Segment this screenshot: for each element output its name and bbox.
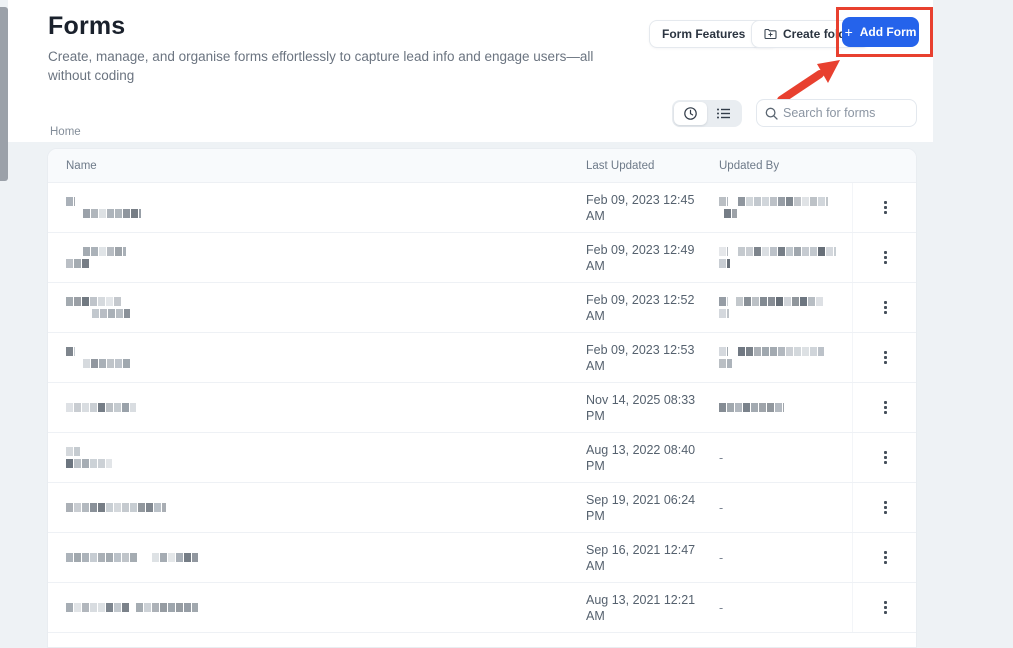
updated-by-cell [719,347,852,368]
add-form-label: Add Form [859,25,917,39]
form-name-cell [48,247,586,268]
redacted-text-blur [66,447,586,468]
row-actions-kebab-icon[interactable] [878,245,893,270]
updated-by-cell [719,297,852,318]
updated-by-cell [719,247,852,268]
updated-by-cell: - [719,550,724,565]
add-form-button[interactable]: + Add Form [842,17,919,47]
column-header-last-updated: Last Updated [586,159,655,172]
redacted-text-blur [719,247,852,268]
last-updated-cell: Aug 13, 2021 12:21 AM [586,592,696,623]
last-updated-cell: Sep 19, 2021 06:24 PM [586,492,696,523]
row-actions-kebab-icon[interactable] [878,395,893,420]
redacted-text-blur [66,553,586,562]
updated-by-cell: - [719,500,724,515]
column-header-name: Name [66,159,97,172]
last-updated-cell: Sep 16, 2021 12:47 AM [586,542,696,573]
form-name-cell [48,403,586,412]
row-actions-kebab-icon[interactable] [878,445,893,470]
table-row[interactable]: Feb 09, 2023 12:53 AM [48,333,916,383]
redacted-text-blur [719,403,852,412]
redacted-text-blur [719,197,852,218]
column-header-updated-by: Updated By [719,159,780,172]
last-updated-cell: Nov 14, 2025 08:33 PM [586,392,696,423]
view-toggle [672,100,742,127]
table-header-row: Name Last Updated Updated By [48,149,916,183]
plus-icon: + [844,24,853,40]
table-row[interactable]: Feb 09, 2023 12:45 AM [48,183,916,233]
redacted-text-blur [66,403,586,412]
page-title: Forms [48,12,126,40]
form-name-cell [48,553,586,562]
redacted-text-blur [66,347,586,368]
updated-by-cell [719,403,852,412]
table-row[interactable]: Feb 09, 2023 12:49 AM [48,233,916,283]
table-row[interactable]: Aug 13, 2021 12:21 AM - [48,583,916,633]
list-icon [716,107,731,120]
redacted-text-blur [66,247,586,268]
redacted-text-blur [719,297,852,318]
row-actions-kebab-icon[interactable] [878,595,893,620]
redacted-text-blur [66,503,586,512]
redacted-text-blur [66,297,586,318]
table-row[interactable]: Aug 13, 2022 08:40 PM - [48,433,916,483]
search-box [756,99,917,127]
folder-plus-icon [764,28,777,40]
last-updated-cell: Feb 09, 2023 12:49 AM [586,242,695,273]
search-input[interactable] [783,106,908,120]
redacted-text-blur [66,603,586,612]
window-edge-strip [0,7,8,181]
redacted-text-blur [719,347,852,368]
row-actions-kebab-icon[interactable] [878,295,893,320]
form-name-cell [48,503,586,512]
redacted-text-blur [66,197,586,218]
clock-icon [683,106,698,121]
form-name-cell [48,297,586,318]
table-row[interactable]: Feb 09, 2023 12:52 AM [48,283,916,333]
form-name-cell [48,603,586,612]
updated-by-cell [719,197,852,218]
search-icon [765,107,778,120]
table-row[interactable]: Sep 19, 2021 06:24 PM - [48,483,916,533]
forms-table: Name Last Updated Updated By Feb 09, 202… [47,148,917,648]
row-actions-kebab-icon[interactable] [878,545,893,570]
table-row[interactable]: Nov 14, 2025 08:33 PM [48,383,916,433]
updated-by-cell: - [719,600,724,615]
breadcrumb[interactable]: Home [50,126,81,138]
recent-view-toggle[interactable] [674,102,707,125]
last-updated-cell: Feb 09, 2023 12:45 AM [586,192,695,223]
row-actions-kebab-icon[interactable] [878,345,893,370]
list-view-toggle[interactable] [707,102,740,125]
form-name-cell [48,447,586,468]
page-subtitle: Create, manage, and organise forms effor… [48,49,594,83]
table-row[interactable]: Sep 16, 2021 12:47 AM - [48,533,916,583]
row-actions-kebab-icon[interactable] [878,195,893,220]
last-updated-cell: Aug 13, 2022 08:40 PM [586,442,696,473]
last-updated-cell: Feb 09, 2023 12:53 AM [586,342,695,373]
form-name-cell [48,347,586,368]
form-name-cell [48,197,586,218]
last-updated-cell: Feb 09, 2023 12:52 AM [586,292,695,323]
table-body: Feb 09, 2023 12:45 AM Feb 09, 2023 12:49 AM… [48,183,916,633]
row-actions-kebab-icon[interactable] [878,495,893,520]
form-features-label: Form Features [662,27,746,41]
updated-by-cell: - [719,450,724,465]
